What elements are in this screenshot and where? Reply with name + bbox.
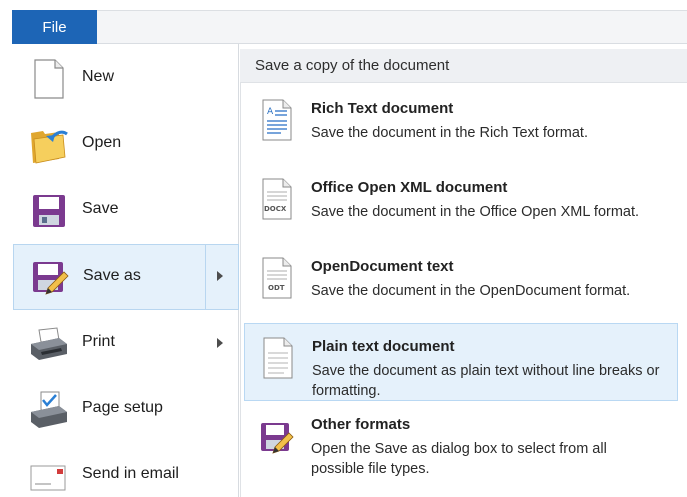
save-disk-icon	[29, 191, 69, 231]
submenu-item-title: Other formats	[311, 416, 411, 433]
submenu-item-other-formats[interactable]: Other formats Open the Save as dialog bo…	[244, 402, 678, 480]
file-badge: ODT	[268, 284, 285, 292]
menu-item-label: Page setup	[82, 399, 163, 416]
plain-text-icon	[260, 337, 296, 379]
split-divider	[205, 245, 206, 309]
odt-document-icon: ODT	[259, 257, 295, 299]
page-setup-icon	[29, 390, 69, 430]
submenu-item-office-open-xml[interactable]: DOCX Office Open XML document Save the d…	[244, 165, 678, 243]
chevron-right-icon[interactable]	[217, 338, 223, 348]
submenu-item-rich-text[interactable]: A Rich Text document Save the document i…	[244, 86, 678, 164]
rtf-document-icon: A	[259, 99, 295, 141]
menu-item-label: Open	[82, 134, 122, 151]
submenu-item-description: Save the document as plain text without …	[312, 363, 660, 399]
menu-item-label: Save as	[83, 267, 141, 284]
menu-item-new[interactable]: New	[13, 46, 239, 112]
submenu-item-title: Plain text document	[312, 338, 455, 355]
submenu-item-description: Save the document in the Office Open XML…	[311, 204, 640, 220]
menu-item-label: Print	[82, 333, 115, 350]
menu-item-open[interactable]: Open	[13, 112, 239, 178]
save-as-icon	[30, 258, 70, 298]
menu-item-print[interactable]: Print	[13, 311, 239, 377]
submenu-item-description: Save the document in the Rich Text forma…	[311, 125, 588, 141]
submenu-header: Save a copy of the document	[240, 49, 687, 83]
file-tab[interactable]: File	[12, 10, 97, 44]
submenu-item-title: Office Open XML document	[311, 179, 508, 196]
new-document-icon	[29, 59, 69, 99]
menu-item-label: Save	[82, 200, 119, 217]
menu-item-page-setup[interactable]: Page setup	[13, 377, 239, 443]
submenu-item-title: OpenDocument text	[311, 258, 454, 275]
file-badge: DOCX	[264, 205, 287, 213]
submenu-item-title: Rich Text document	[311, 100, 454, 117]
menu-item-send-email[interactable]: Send in email	[13, 443, 239, 497]
submenu-item-opendocument[interactable]: ODT OpenDocument text Save the document …	[244, 244, 678, 322]
menu-item-label: New	[82, 68, 115, 85]
printer-icon	[29, 324, 69, 364]
ribbon-tab-bar	[12, 10, 687, 44]
save-as-icon	[259, 415, 295, 457]
svg-text:A: A	[267, 107, 274, 117]
submenu-item-plain-text[interactable]: Plain text document Save the document as…	[244, 323, 678, 401]
menu-item-save-as[interactable]: Save as	[13, 244, 239, 310]
open-folder-icon	[29, 125, 69, 165]
submenu-item-description: Save the document in the OpenDocument fo…	[311, 283, 631, 299]
menu-item-save[interactable]: Save	[13, 178, 239, 244]
docx-document-icon: DOCX	[259, 178, 295, 220]
chevron-right-icon[interactable]	[217, 271, 223, 281]
menu-item-label: Send in email	[82, 465, 179, 482]
email-icon	[29, 456, 69, 496]
submenu-item-description: Open the Save as dialog box to select fr…	[311, 441, 607, 477]
